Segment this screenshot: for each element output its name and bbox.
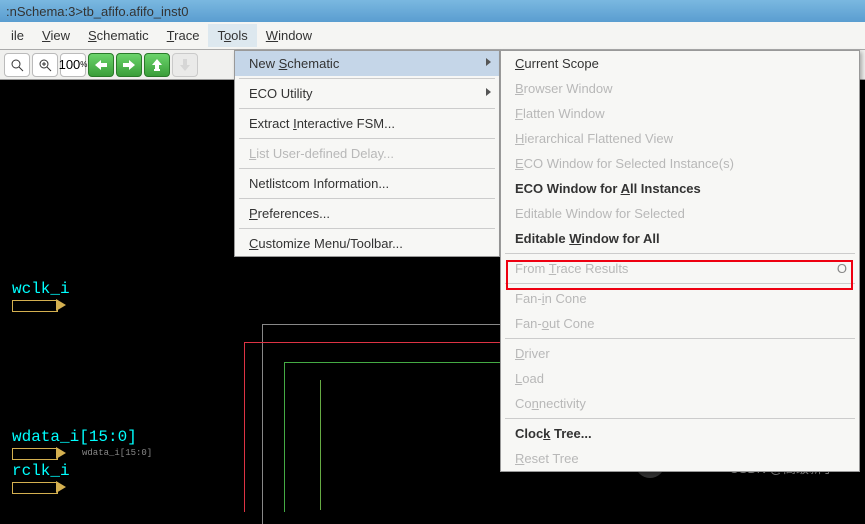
zoom-pct-button[interactable]: 100% xyxy=(60,53,86,77)
menu-file[interactable]: ile xyxy=(2,24,33,47)
nav-up-button[interactable] xyxy=(144,53,170,77)
wire xyxy=(284,362,514,512)
menu-schematic[interactable]: Schematic xyxy=(79,24,158,47)
menu-tools[interactable]: Tools xyxy=(208,24,256,47)
pin-rclk[interactable]: rclk_i xyxy=(12,462,70,494)
menu-driver: Driver xyxy=(501,341,859,366)
pin-shape-icon xyxy=(12,300,66,312)
separator xyxy=(239,198,495,199)
pin-label: wclk_i xyxy=(12,280,70,298)
menu-eco-selected: ECO Window for Selected Instance(s) xyxy=(501,151,859,176)
menu-flatten-window: Flatten Window xyxy=(501,101,859,126)
separator xyxy=(239,78,495,79)
pin-label: wdata_i[15:0] xyxy=(12,428,137,446)
nav-fwd-button[interactable] xyxy=(116,53,142,77)
menu-hier-view: Hierarchical Flattened View xyxy=(501,126,859,151)
wire xyxy=(262,324,512,325)
pin-wclk[interactable]: wclk_i xyxy=(12,280,70,312)
separator xyxy=(239,138,495,139)
menu-netlistcom[interactable]: Netlistcom Information... xyxy=(235,171,499,196)
separator xyxy=(239,228,495,229)
menu-bar: ile View Schematic Trace Tools Window xyxy=(0,22,865,50)
menu-reset-tree: Reset Tree xyxy=(501,446,859,471)
annotation-highlight xyxy=(506,260,853,290)
separator xyxy=(505,338,855,339)
menu-customize[interactable]: Customize Menu/Toolbar... xyxy=(235,231,499,256)
menu-load: Load xyxy=(501,366,859,391)
menu-list-delay: List User-defined Delay... xyxy=(235,141,499,166)
zoom-fit-button[interactable] xyxy=(4,53,30,77)
separator xyxy=(239,108,495,109)
pin-shape-icon: wdata_i[15:0] xyxy=(12,448,66,460)
wire xyxy=(320,380,321,510)
tools-menu: New Schematic ECO Utility Extract Intera… xyxy=(234,50,500,257)
menu-eco-all[interactable]: ECO Window for All Instances xyxy=(501,176,859,201)
menu-trace[interactable]: Trace xyxy=(158,24,209,47)
chevron-right-icon xyxy=(486,58,491,66)
chevron-right-icon xyxy=(486,88,491,96)
menu-current-scope[interactable]: Current Scope xyxy=(501,51,859,76)
menu-connectivity: Connectivity xyxy=(501,391,859,416)
menu-browser-window: Browser Window xyxy=(501,76,859,101)
separator xyxy=(239,168,495,169)
separator xyxy=(505,253,855,254)
pin-shape-icon xyxy=(12,482,66,494)
menu-preferences[interactable]: Preferences... xyxy=(235,201,499,226)
title-bar: :nSchema:3>tb_afifo.afifo_inst0 xyxy=(0,0,865,22)
menu-new-schematic[interactable]: New Schematic xyxy=(235,51,499,76)
title-text: :nSchema:3>tb_afifo.afifo_inst0 xyxy=(6,4,188,19)
nav-back-button[interactable] xyxy=(88,53,114,77)
menu-fanout: Fan-out Cone xyxy=(501,311,859,336)
pin-label: rclk_i xyxy=(12,462,70,480)
menu-eco-utility[interactable]: ECO Utility xyxy=(235,81,499,106)
separator xyxy=(505,418,855,419)
menu-extract-fsm[interactable]: Extract Interactive FSM... xyxy=(235,111,499,136)
menu-clock-tree[interactable]: Clock Tree... xyxy=(501,421,859,446)
menu-editable-selected: Editable Window for Selected xyxy=(501,201,859,226)
menu-view[interactable]: View xyxy=(33,24,79,47)
menu-window[interactable]: Window xyxy=(257,24,321,47)
pin-wdata[interactable]: wdata_i[15:0] wdata_i[15:0] xyxy=(12,428,137,460)
zoom-in-button[interactable] xyxy=(32,53,58,77)
nav-disabled-button xyxy=(172,53,198,77)
menu-editable-all[interactable]: Editable Window for All xyxy=(501,226,859,251)
